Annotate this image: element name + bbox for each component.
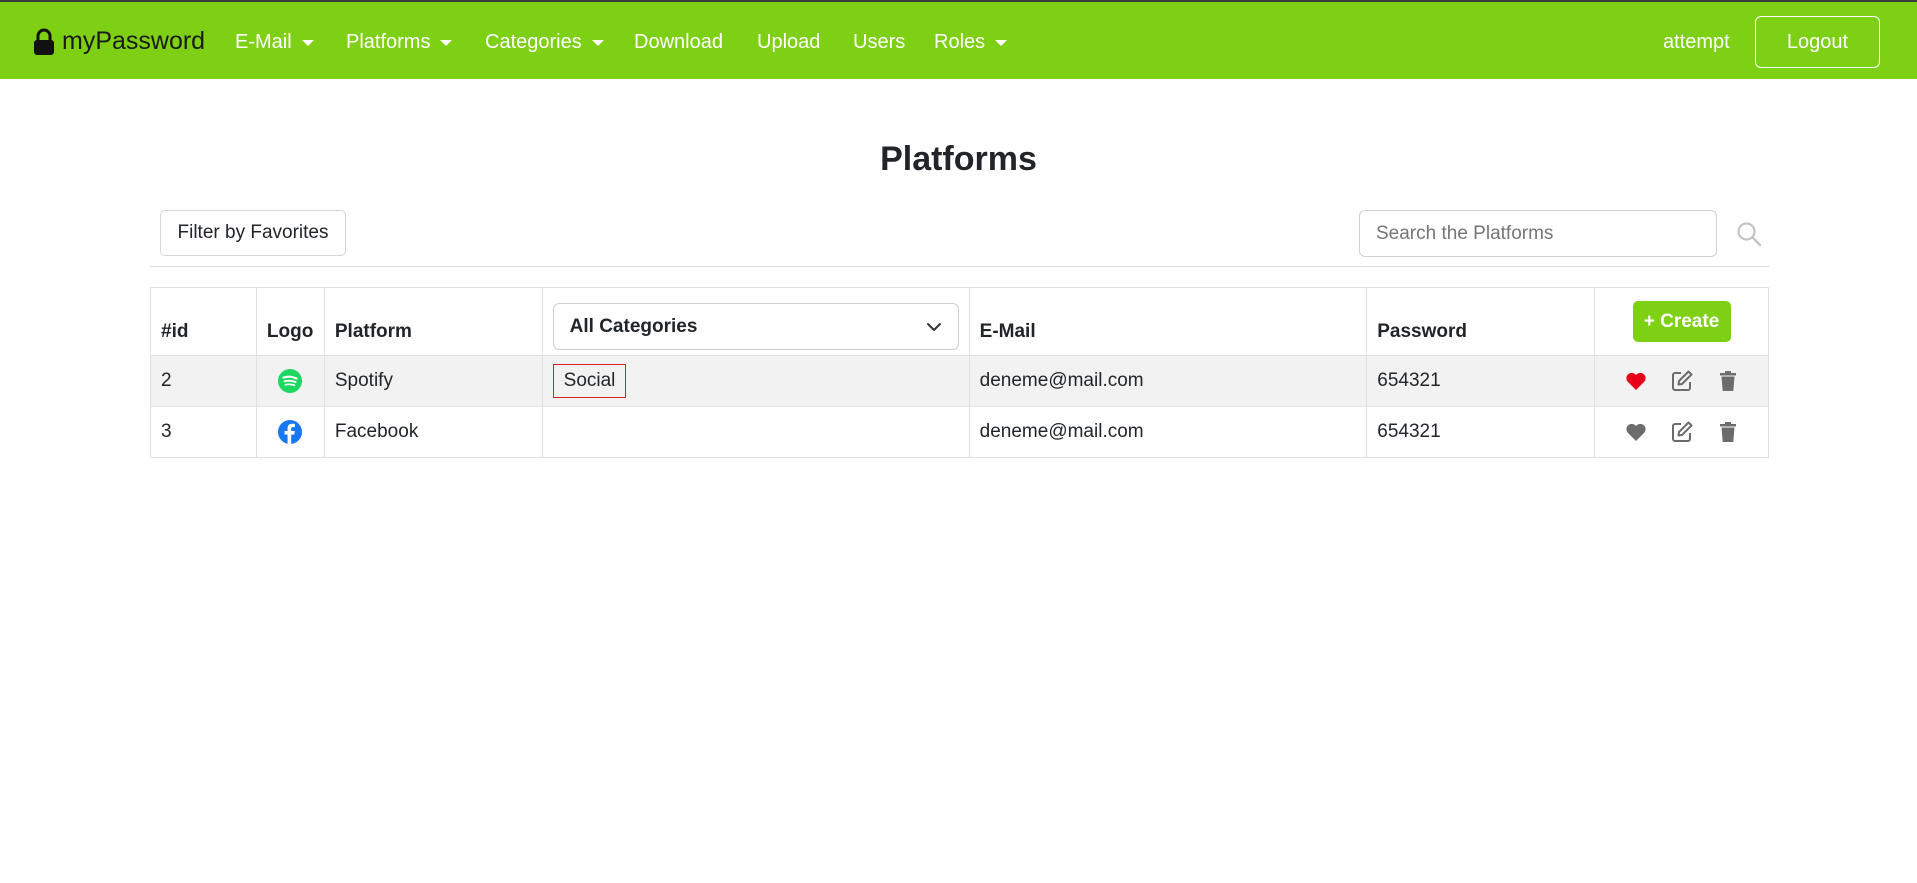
table-header-row: #id Logo Platform All Categories E-Mail … (150, 287, 1769, 356)
header-actions: + Create (1594, 287, 1769, 356)
cell-logo (255, 406, 325, 458)
search-icon[interactable] (1736, 221, 1762, 247)
nav-email-dropdown[interactable]: E-Mail (235, 31, 314, 54)
brand-name: myPassword (62, 27, 206, 55)
platforms-table: #id Logo Platform All Categories E-Mail … (150, 287, 1769, 458)
cell-logo (255, 355, 325, 407)
nav-email-label: E-Mail (235, 31, 292, 53)
header-id: #id (150, 287, 257, 356)
cell-category (541, 406, 970, 458)
nav-upload-link[interactable]: Upload (757, 31, 820, 54)
category-badge: Social (552, 364, 627, 398)
caret-down-icon (995, 39, 1008, 46)
cell-id: 2 (150, 355, 257, 407)
top-navbar: myPassword E-Mail Platforms Categories D… (0, 0, 1917, 79)
nav-users-link[interactable]: Users (853, 31, 905, 54)
cell-email: deneme@mail.com (968, 355, 1368, 407)
nav-platforms-label: Platforms (346, 31, 431, 53)
trash-icon[interactable] (1716, 369, 1740, 393)
cell-actions (1594, 406, 1769, 458)
heart-icon[interactable] (1624, 369, 1648, 393)
table-row: 3 Facebook deneme@mail.com 654321 (150, 406, 1769, 458)
header-password: Password (1366, 287, 1596, 356)
header-platform: Platform (323, 287, 543, 356)
toolbar-divider (150, 266, 1769, 267)
header-category: All Categories (541, 287, 970, 356)
cell-password: 654321 (1366, 406, 1596, 458)
edit-icon[interactable] (1670, 369, 1694, 393)
nav-categories-dropdown[interactable]: Categories (485, 31, 604, 54)
category-filter-select[interactable]: All Categories (552, 303, 959, 350)
cell-actions (1594, 355, 1769, 407)
header-email: E-Mail (968, 287, 1368, 356)
cell-password: 654321 (1366, 355, 1596, 407)
trash-icon[interactable] (1716, 420, 1740, 444)
current-user-label: attempt (1663, 31, 1730, 53)
nav-roles-dropdown[interactable]: Roles (934, 31, 1008, 54)
brand-link[interactable]: myPassword (32, 27, 205, 56)
header-logo: Logo (255, 287, 325, 356)
heart-icon[interactable] (1624, 420, 1648, 444)
edit-icon[interactable] (1670, 420, 1694, 444)
nav-download-label: Download (634, 31, 723, 53)
cell-email: deneme@mail.com (968, 406, 1368, 458)
caret-down-icon (301, 39, 314, 46)
create-button[interactable]: + Create (1632, 301, 1731, 342)
facebook-icon (278, 420, 303, 444)
category-select-value: All Categories (569, 315, 698, 337)
nav-upload-label: Upload (757, 31, 821, 53)
logout-button[interactable]: Logout (1755, 16, 1880, 68)
search-input[interactable] (1359, 210, 1717, 257)
lock-icon (34, 28, 54, 55)
cell-platform: Spotify (323, 355, 543, 407)
nav-download-link[interactable]: Download (634, 31, 723, 54)
chevron-down-icon (926, 322, 941, 331)
caret-down-icon (440, 39, 453, 46)
caret-down-icon (591, 39, 604, 46)
nav-platforms-dropdown[interactable]: Platforms (346, 31, 453, 54)
cell-category: Social (541, 355, 970, 407)
table-row: 2 Spotify Social deneme@mail.com 654321 (150, 355, 1769, 407)
filter-favorites-button[interactable]: Filter by Favorites (160, 210, 346, 256)
cell-id: 3 (150, 406, 257, 458)
page-title: Platforms (880, 140, 1037, 178)
spotify-icon (278, 369, 303, 393)
cell-platform: Facebook (323, 406, 543, 458)
nav-roles-label: Roles (934, 31, 986, 53)
nav-users-label: Users (853, 31, 906, 53)
nav-categories-label: Categories (485, 31, 582, 53)
